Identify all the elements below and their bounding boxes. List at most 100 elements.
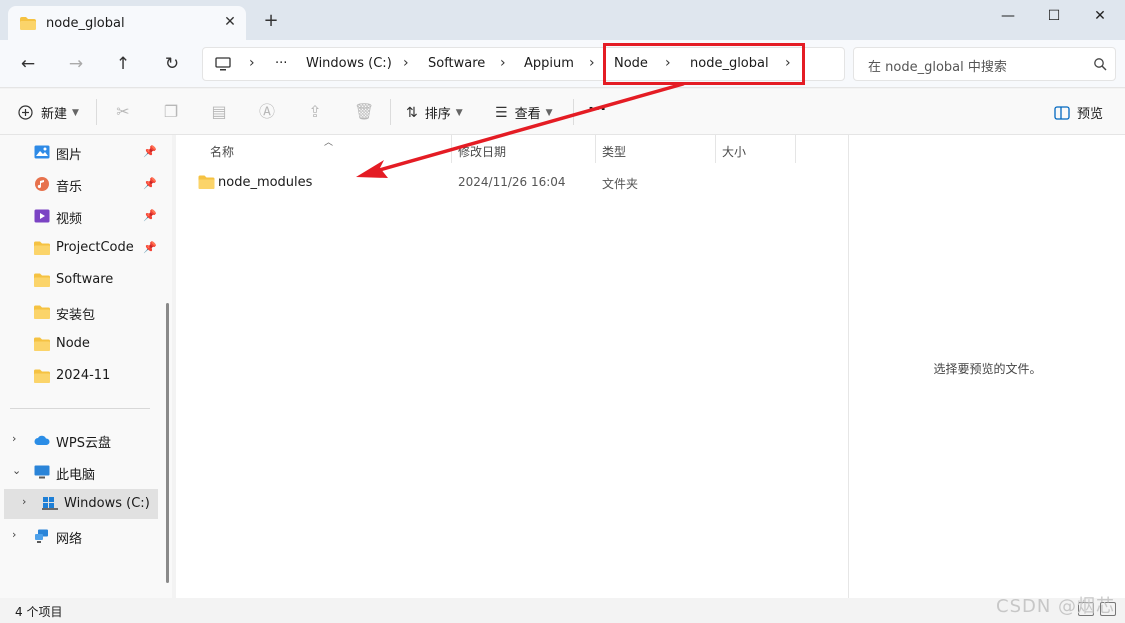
rename-icon[interactable]: Ⓐ [258,103,276,121]
sidebar-item-this-pc[interactable]: ⌄ 此电脑 [0,458,160,486]
toolbar-divider [96,99,97,125]
video-icon [34,209,50,223]
refresh-button[interactable]: ↻ [160,52,184,76]
new-button-label: 新建 [41,107,68,122]
plus-circle-icon [18,105,33,120]
breadcrumb-node-global[interactable]: node_global [690,56,769,71]
copy-icon[interactable]: ❐ [162,103,180,121]
preview-message: 选择要预览的文件。 [933,362,1042,376]
folder-icon [34,305,50,319]
item-count: 4 个项目 [15,605,63,619]
chevron-right-icon[interactable]: › [12,432,24,446]
breadcrumb-separator[interactable]: › [403,55,409,71]
breadcrumb-software[interactable]: Software [428,56,485,71]
sidebar-item-wps-cloud[interactable]: › WPS云盘 [0,426,160,454]
file-row[interactable]: node_modules 2024/11/26 16:04 文件夹 [176,169,848,197]
up-button[interactable]: ↑ [111,52,135,76]
column-divider[interactable] [795,135,796,163]
chevron-right-icon[interactable]: › [12,528,24,542]
sidebar-item-windows-c[interactable]: › Windows (C:) [4,489,158,519]
address-bar[interactable]: › ··· Windows (C:) › Software › Appium ›… [202,47,845,81]
sidebar-item-network[interactable]: › 网络 [0,522,160,550]
close-window-button[interactable]: ✕ [1080,4,1120,28]
sidebar-item-music[interactable]: 音乐 📌 [0,170,160,198]
cloud-icon [34,435,50,445]
search-input[interactable]: 在 node_global 中搜索 [868,56,1007,75]
new-tab-button[interactable]: + [262,12,280,30]
folder-icon [34,369,50,383]
preview-pane-button[interactable]: 预览 [1054,103,1103,122]
column-header-size[interactable]: 大小 [722,143,746,160]
sidebar-item-label: WPS云盘 [56,436,111,451]
cut-icon[interactable]: ✂ [114,103,132,121]
sidebar-divider [10,408,150,409]
minimize-button[interactable]: — [988,4,1028,28]
chevron-down-icon: ▼ [72,107,79,118]
tab-title: node_global [46,15,125,31]
file-modified: 2024/11/26 16:04 [458,175,566,189]
folder-icon [198,175,215,189]
tab-node-global[interactable]: node_global ✕ [8,6,246,40]
sidebar-item-software[interactable]: Software [0,266,160,294]
pin-icon: 📌 [143,209,157,222]
forward-button[interactable]: → [64,52,88,76]
sort-button[interactable]: ⇅ 排序 ▼ [406,103,463,123]
file-type: 文件夹 [602,177,639,191]
status-bar: 4 个项目 [0,598,1125,623]
toolbar-divider [573,99,574,125]
sidebar-item-projectcode[interactable]: ProjectCode 📌 [0,234,160,262]
sort-button-label: 排序 [424,107,451,122]
command-bar: 新建 ▼ ✂ ❐ ▤ Ⓐ ⇪ 🗑 ⇅ 排序 ▼ ☰ 查看 ▼ ··· 预览 [0,89,1125,135]
sidebar-item-label: 安装包 [56,308,96,323]
view-button-label: 查看 [514,107,541,122]
paste-icon[interactable]: ▤ [210,103,228,121]
breadcrumb-appium[interactable]: Appium [524,56,574,71]
breadcrumb-separator: › [249,55,255,71]
breadcrumb-separator[interactable]: › [500,55,506,71]
breadcrumb-separator[interactable]: › [589,55,595,71]
sidebar-scrollbar[interactable] [166,303,169,583]
column-divider[interactable] [595,135,596,163]
tab-close-icon[interactable]: ✕ [222,14,238,30]
watermark: CSDN @烟芯 [996,596,1116,617]
view-button[interactable]: ☰ 查看 ▼ [495,103,553,123]
breadcrumb-node[interactable]: Node [614,56,648,71]
sidebar-item-label: 此电脑 [56,468,96,483]
title-bar: node_global ✕ + — ☐ ✕ [0,0,1125,40]
sidebar-item-label: Software [56,272,114,287]
navigation-pane: 图片 📌 音乐 📌 视频 📌 ProjectCode 📌 Software 安装… [0,135,172,598]
back-button[interactable]: ← [16,52,40,76]
sidebar-item-pictures[interactable]: 图片 📌 [0,138,160,166]
breadcrumb-separator[interactable]: › [785,55,791,71]
view-list-icon: ☰ [495,104,508,121]
see-more-button[interactable]: ··· [588,99,606,118]
column-divider[interactable] [451,135,452,163]
new-button[interactable]: 新建 ▼ [18,103,79,122]
column-header-name[interactable]: 名称 [210,143,234,160]
sidebar-item-installers[interactable]: 安装包 [0,298,160,326]
sidebar-item-label: 视频 [56,212,83,227]
column-divider[interactable] [715,135,716,163]
sidebar-item-label: 2024-11 [56,368,111,383]
breadcrumb-separator[interactable]: › [665,55,671,71]
search-box[interactable]: 在 node_global 中搜索 [853,47,1116,81]
this-pc-icon [34,465,50,479]
sidebar-item-node[interactable]: Node [0,330,160,358]
maximize-button[interactable]: ☐ [1034,4,1074,28]
file-list: ︿ 名称 修改日期 类型 大小 node_modules 2024/11/26 … [176,135,848,598]
chevron-down-icon: ▼ [455,107,463,118]
breadcrumb-overflow-button[interactable]: ··· [275,56,287,71]
pin-icon: 📌 [143,145,157,158]
column-header-modified[interactable]: 修改日期 [458,143,506,160]
share-icon[interactable]: ⇪ [306,103,324,121]
breadcrumb-windows-c[interactable]: Windows (C:) [306,56,392,71]
sidebar-item-label: Windows (C:) [64,496,150,511]
sidebar-item-label: 音乐 [56,180,83,195]
sidebar-item-label: 图片 [56,148,83,163]
sidebar-item-videos[interactable]: 视频 📌 [0,202,160,230]
chevron-right-icon[interactable]: › [22,495,34,509]
delete-icon[interactable]: 🗑 [354,103,374,121]
chevron-down-icon[interactable]: ⌄ [12,464,24,478]
sidebar-item-2024-11[interactable]: 2024-11 [0,362,160,390]
column-header-type[interactable]: 类型 [602,143,626,160]
